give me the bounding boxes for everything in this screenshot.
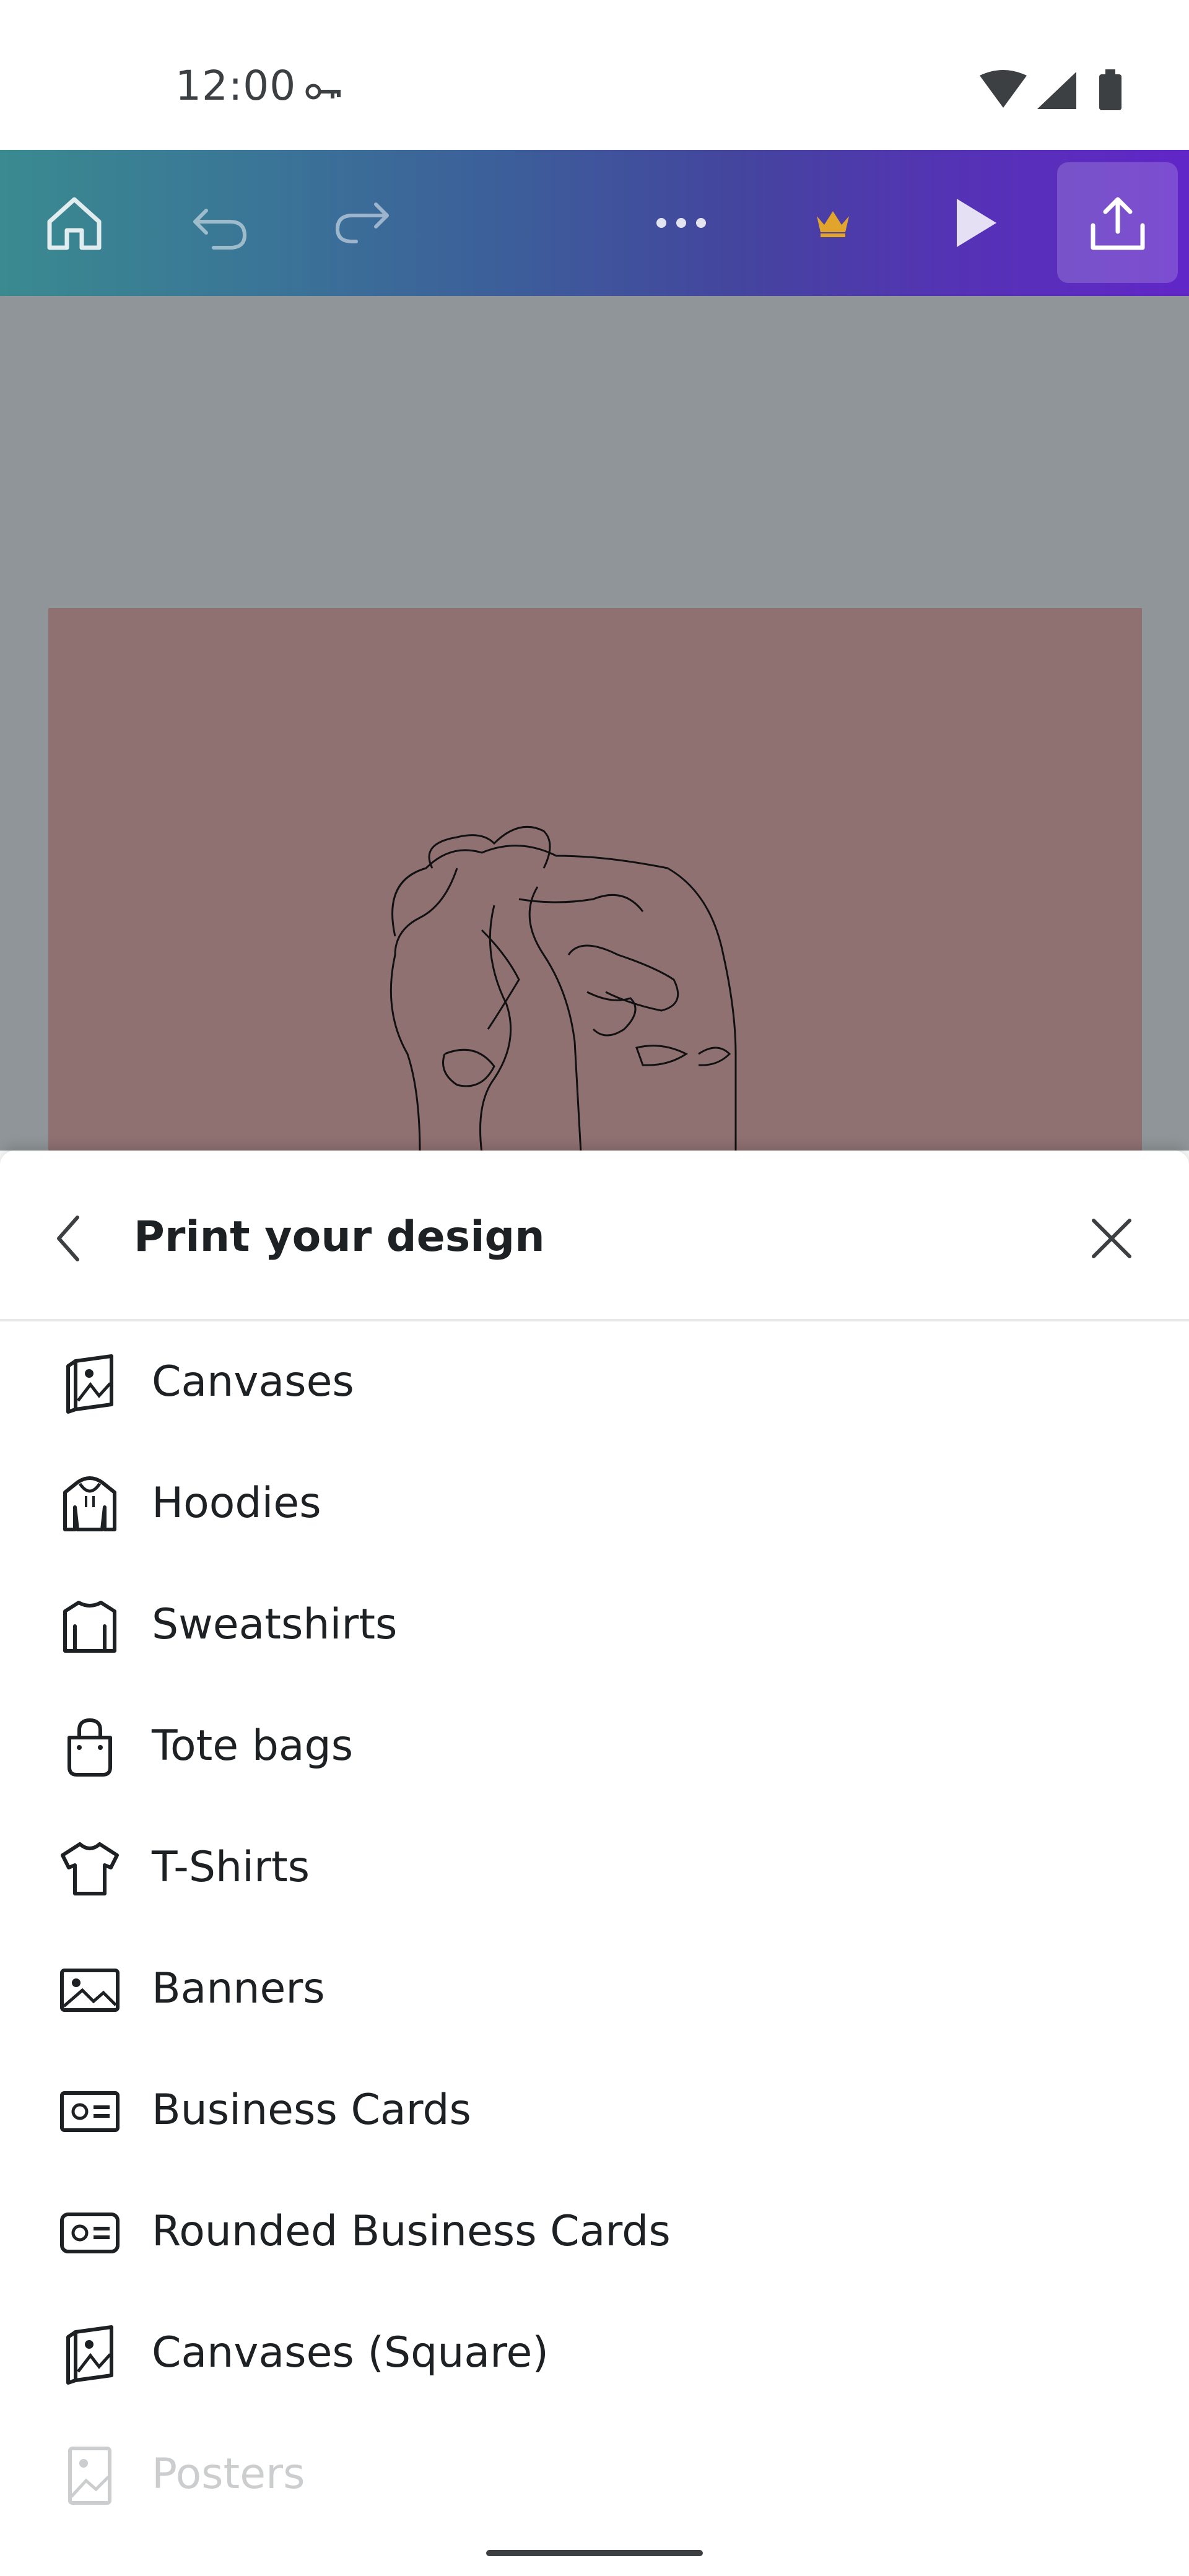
home-indicator[interactable] — [486, 2550, 703, 2556]
list-item-label: Sweatshirts — [152, 1600, 398, 1649]
list-item-label: Hoodies — [152, 1479, 321, 1528]
list-item-label: Canvases (Square) — [152, 2328, 549, 2377]
undo-icon — [193, 209, 246, 250]
list-item-canvases[interactable]: Canvases — [0, 1321, 1189, 1443]
close-button[interactable] — [1081, 1208, 1143, 1269]
cellular-signal-icon — [1037, 72, 1076, 109]
status-icons — [980, 69, 1121, 110]
crown-icon — [817, 211, 849, 237]
vpn-key-icon — [305, 84, 341, 100]
list-item-hoodies[interactable]: Hoodies — [0, 1443, 1189, 1564]
list-item-tote-bags[interactable]: Tote bags — [0, 1686, 1189, 1807]
status-time: 12:00 — [175, 62, 297, 110]
back-button[interactable] — [43, 1208, 93, 1269]
status-bar: 12:00 — [0, 0, 1189, 150]
editor-toolbar — [0, 150, 1189, 296]
play-icon — [957, 199, 996, 247]
sheet-title: Print your design — [134, 1212, 545, 1261]
home-button[interactable] — [25, 150, 124, 296]
redo-button[interactable] — [313, 150, 412, 296]
premium-button[interactable] — [783, 150, 882, 296]
list-item-sweatshirts[interactable]: Sweatshirts — [0, 1564, 1189, 1686]
list-item-label: Posters — [152, 2450, 305, 2499]
rounded-business-card-icon — [60, 2213, 120, 2253]
list-item-tshirts[interactable]: T-Shirts — [0, 1807, 1189, 1928]
battery-icon — [1099, 69, 1121, 110]
undo-button[interactable] — [170, 150, 269, 296]
share-button[interactable] — [1057, 162, 1178, 283]
chevron-left-icon — [57, 1216, 79, 1261]
wifi-icon — [980, 70, 1027, 108]
sheet-header: Print your design — [0, 1151, 1189, 1321]
tshirt-icon — [61, 1842, 119, 1895]
canvas-square-icon — [66, 2325, 113, 2385]
canvas-icon — [66, 1354, 113, 1414]
redo-icon — [336, 202, 389, 243]
more-icon — [656, 218, 706, 228]
sweatshirt-icon — [63, 1601, 116, 1653]
list-item-label: Tote bags — [152, 1721, 354, 1770]
list-item-banners[interactable]: Banners — [0, 1928, 1189, 2050]
home-icon — [47, 197, 102, 250]
poster-icon — [68, 2447, 111, 2505]
list-item-posters[interactable]: Posters — [0, 2414, 1189, 2535]
list-item-canvases-square[interactable]: Canvases (Square) — [0, 2292, 1189, 2414]
tote-bag-icon — [68, 1718, 112, 1777]
list-item-label: Banners — [152, 1964, 325, 2013]
design-page[interactable] — [48, 608, 1142, 1153]
present-button[interactable] — [926, 150, 1025, 296]
banner-icon — [60, 1969, 120, 2012]
line-drawing-portrait — [390, 825, 737, 1153]
list-item-label: Rounded Business Cards — [152, 2207, 671, 2256]
list-item-business-cards[interactable]: Business Cards — [0, 2050, 1189, 2171]
share-icon — [1091, 197, 1144, 250]
list-item-rounded-business-cards[interactable]: Rounded Business Cards — [0, 2171, 1189, 2292]
close-icon — [1092, 1219, 1131, 1258]
list-item-label: Business Cards — [152, 2086, 471, 2134]
more-button[interactable] — [632, 150, 731, 296]
business-card-icon — [60, 2091, 120, 2132]
list-item-label: T-Shirts — [152, 1843, 310, 1892]
list-item-label: Canvases — [152, 1357, 354, 1406]
hoodie-icon — [63, 1476, 116, 1531]
print-bottom-sheet: Print your design Canvases Hoodies Sweat… — [0, 1151, 1189, 2576]
